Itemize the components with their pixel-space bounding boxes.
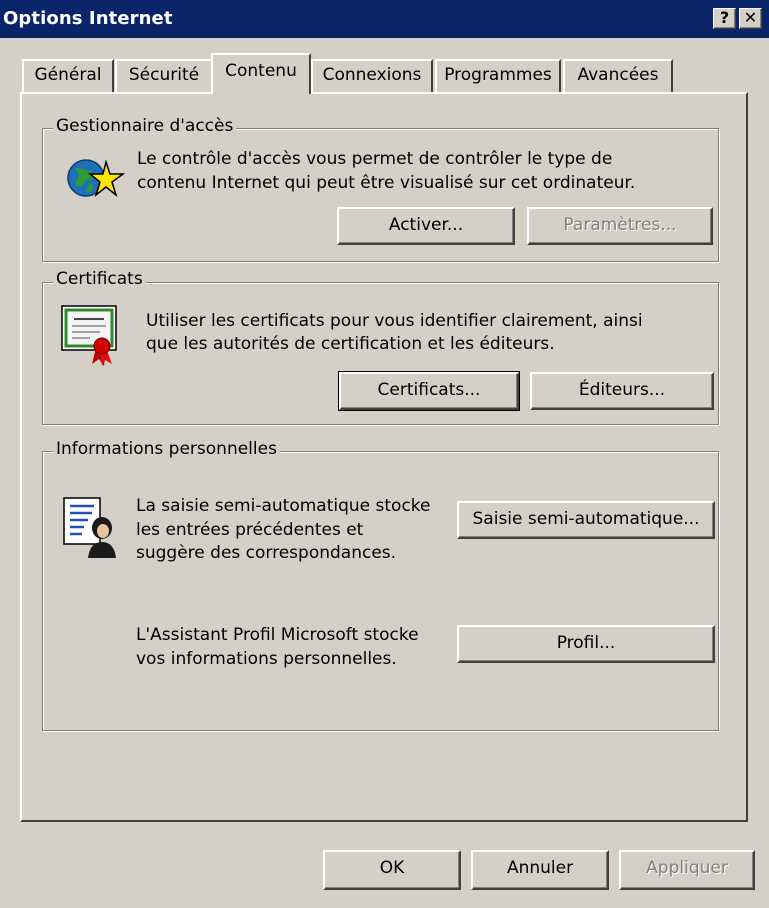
publishers-button[interactable]: Éditeurs...: [530, 372, 714, 410]
profile-desc-1: L'Assistant Profil Microsoft stocke: [136, 625, 419, 645]
title-bar[interactable]: Options Internet ? ✕: [0, 0, 769, 38]
tab-general[interactable]: Général: [22, 59, 114, 92]
apply-button[interactable]: Appliquer: [619, 850, 755, 890]
autocomplete-desc-3: suggère des correspondances.: [136, 543, 397, 563]
content-advisor-legend: Gestionnaire d'accès: [53, 116, 237, 136]
profile-document-icon: [63, 497, 116, 558]
certificates-desc-1: Utiliser les certificats pour vous ident…: [146, 311, 643, 331]
autocomplete-desc-1: La saisie semi-automatique stocke: [136, 496, 431, 516]
certificates-legend: Certificats: [53, 269, 146, 289]
personal-info-group: [42, 451, 719, 731]
content-advisor-desc-2: contenu Internet qui peut être visualisé…: [137, 173, 636, 193]
tab-connections[interactable]: Connexions: [311, 59, 433, 92]
window-title: Options Internet: [3, 8, 173, 29]
certificate-icon: [61, 305, 117, 366]
personal-info-legend: Informations personnelles: [53, 439, 280, 459]
tab-security[interactable]: Sécurité: [115, 59, 213, 92]
certificates-desc-2: que les autorités de certification et le…: [146, 334, 555, 354]
help-button[interactable]: ?: [713, 8, 736, 29]
certificates-button[interactable]: Certificats...: [338, 371, 520, 411]
autocomplete-button[interactable]: Saisie semi-automatique...: [457, 501, 715, 539]
profile-desc-2: vos informations personnelles.: [136, 649, 397, 669]
profile-button[interactable]: Profil...: [457, 625, 715, 663]
close-button[interactable]: ✕: [739, 8, 762, 29]
cancel-button[interactable]: Annuler: [471, 850, 609, 890]
enable-button[interactable]: Activer...: [337, 207, 515, 245]
tab-content[interactable]: Contenu: [211, 53, 311, 94]
autocomplete-desc-2: les entrées précédentes et: [136, 520, 364, 540]
settings-button[interactable]: Paramètres...: [527, 207, 713, 245]
content-advisor-desc-1: Le contrôle d'accès vous permet de contr…: [137, 149, 613, 169]
ok-button[interactable]: OK: [323, 850, 461, 890]
tab-programs[interactable]: Programmes: [435, 59, 561, 92]
globe-star-icon: [67, 159, 126, 198]
tab-advanced[interactable]: Avancées: [563, 59, 673, 92]
